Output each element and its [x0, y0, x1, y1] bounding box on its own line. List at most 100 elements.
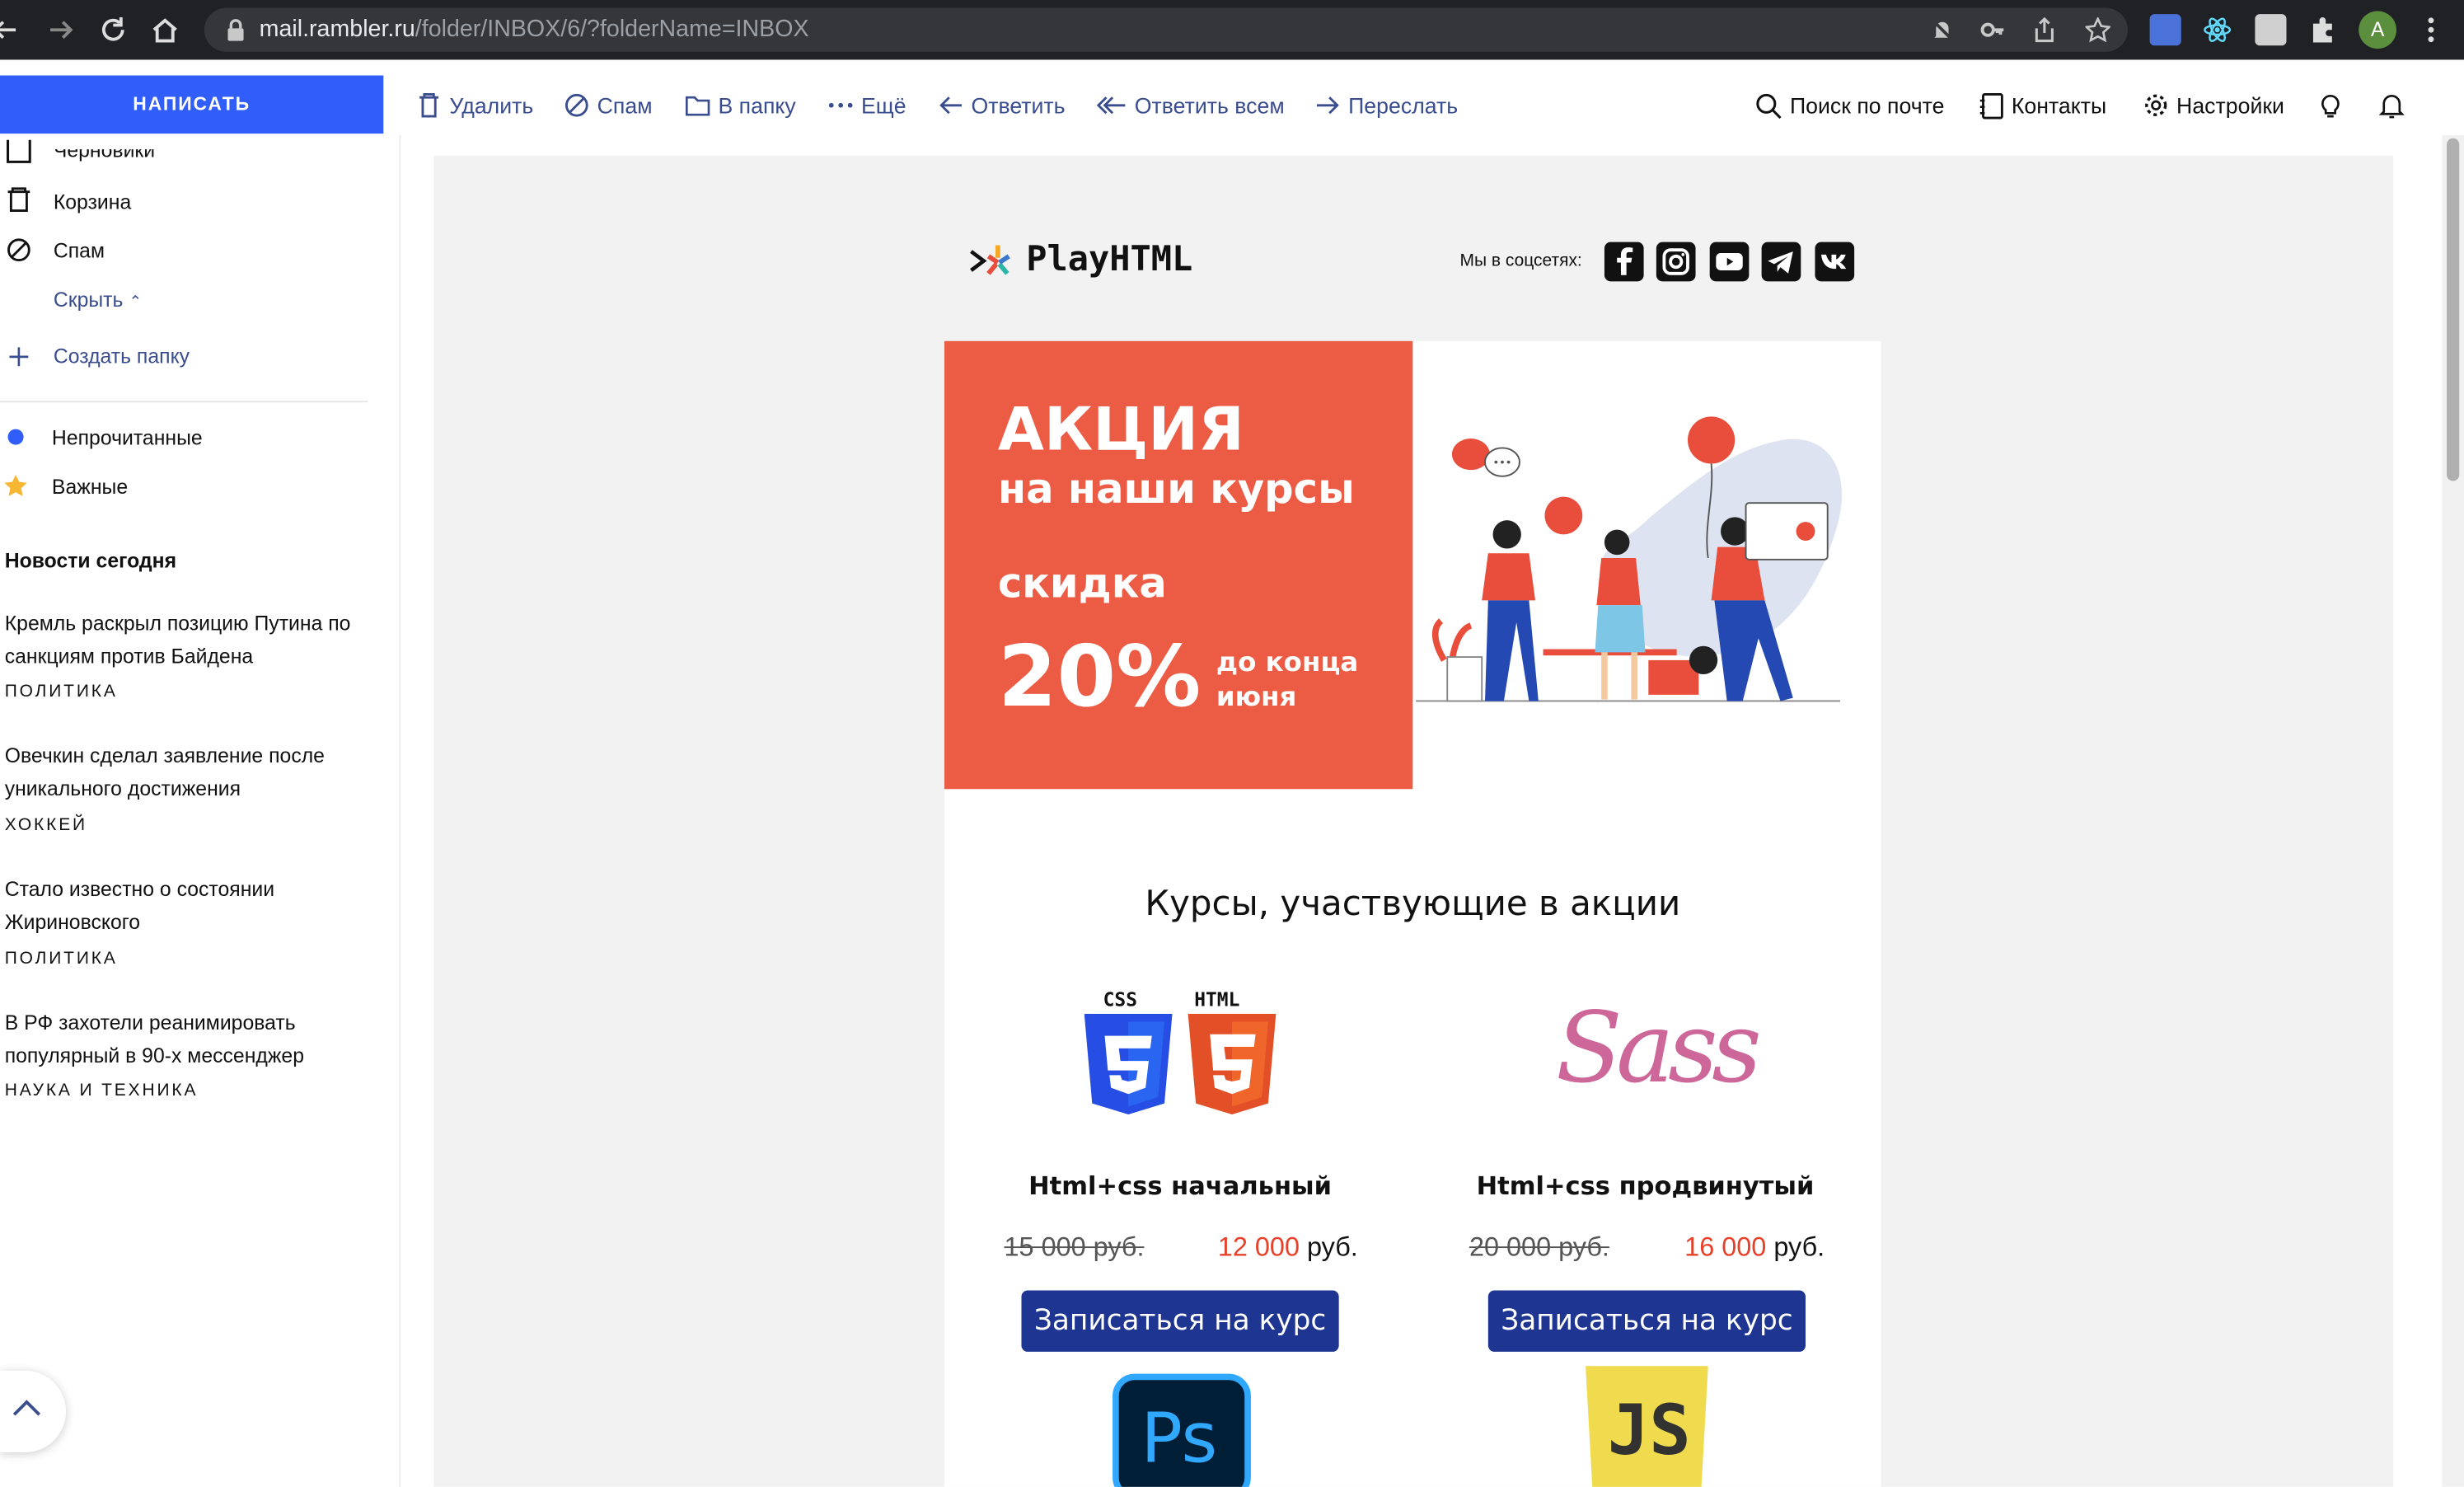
delete-button[interactable]: Удалить: [416, 90, 533, 121]
contacts-label: Контакты: [2011, 92, 2107, 119]
reply-all-icon: [1097, 96, 1126, 115]
sidebar-item-drafts[interactable]: Черновики: [54, 149, 155, 162]
ps-logo-text: Ps: [1141, 1399, 1218, 1480]
vk-icon[interactable]: [1815, 242, 1855, 282]
back-icon[interactable]: [0, 16, 19, 44]
sidebar-item-important[interactable]: Важные: [52, 475, 128, 499]
settings-button[interactable]: Настройки: [2143, 90, 2284, 121]
sass-logo-icon: Sass: [1555, 990, 1762, 1105]
puzzle-extensions-icon[interactable]: [2307, 14, 2338, 45]
notifications-button[interactable]: [2379, 90, 2412, 121]
sidebar-divider: [0, 401, 368, 403]
key-icon[interactable]: [1980, 17, 2006, 43]
search-mail-button[interactable]: Поиск по почте: [1755, 90, 1944, 121]
news-item-category[interactable]: ПОЛИТИКА: [5, 950, 118, 969]
news-heading: Новости сегодня: [4, 548, 177, 573]
brand-name: PlayHTML: [1026, 240, 1193, 280]
lightbulb-icon: [2321, 94, 2340, 117]
enroll-button[interactable]: Записаться на курс: [1021, 1290, 1339, 1352]
chevron-up-icon: [12, 1400, 41, 1416]
home-icon[interactable]: [151, 16, 179, 44]
course-new-price: 16 000 руб.: [1684, 1232, 1825, 1263]
profile-avatar[interactable]: A: [2359, 11, 2397, 49]
news-item-category[interactable]: НАУКА И ТЕХНИКА: [5, 1081, 199, 1100]
html5-logo-icon: [1187, 1013, 1277, 1114]
lock-icon[interactable]: [223, 17, 249, 43]
search-label: Поиск по почте: [1789, 92, 1945, 119]
hide-folders-toggle[interactable]: Скрыть ⌃: [54, 288, 143, 312]
social-label: Мы в соцсетях:: [1459, 251, 1582, 270]
course-old-price: 15 000 руб.: [1004, 1232, 1145, 1263]
news-item-title[interactable]: Кремль раскрыл позицию Путина по санкция…: [5, 607, 358, 673]
compose-button[interactable]: НАПИСАТЬ: [0, 75, 384, 134]
settings-label: Настройки: [2176, 92, 2284, 119]
extension-icon[interactable]: [2255, 14, 2287, 46]
spam-icon: [7, 238, 30, 262]
star-bookmark-icon[interactable]: [2085, 16, 2110, 43]
sidebar-item-unread[interactable]: Непрочитанные: [52, 426, 203, 450]
contacts-button[interactable]: Контакты: [1979, 90, 2107, 121]
promo-headline: АКЦИЯ: [997, 394, 1244, 464]
more-dots-icon: [828, 102, 853, 108]
to-folder-label: В папку: [718, 92, 796, 119]
facebook-icon[interactable]: [1604, 242, 1644, 282]
reply-all-button[interactable]: Ответить всем: [1097, 90, 1285, 121]
hide-label: Скрыть: [53, 287, 124, 312]
promo-illustration: [1416, 416, 1843, 702]
forward-icon[interactable]: [47, 16, 75, 44]
news-item-title[interactable]: Стало известно о состоянии Жириновского: [5, 872, 358, 938]
react-devtools-icon[interactable]: [2202, 14, 2233, 45]
content-divider: [399, 134, 401, 1487]
folder-icon: [685, 96, 710, 116]
js-logo-text: JS: [1607, 1391, 1691, 1471]
css-logo-label: CSS: [1103, 988, 1137, 1011]
forward-button[interactable]: Переслать: [1315, 90, 1458, 121]
telegram-icon[interactable]: [1761, 242, 1801, 282]
spam-button[interactable]: Спам: [564, 90, 653, 121]
reply-label: Ответить: [971, 92, 1066, 119]
create-folder-link[interactable]: Создать папку: [54, 345, 190, 368]
sidebar-item-spam[interactable]: Спам: [54, 239, 105, 263]
address-bar[interactable]: mail.rambler.ru/folder/INBOX/6/?folderNa…: [204, 7, 2128, 52]
reload-icon[interactable]: [99, 16, 127, 44]
youtube-icon[interactable]: [1709, 242, 1750, 282]
playhtml-logo-icon: [970, 245, 1010, 275]
course-new-price: 12 000 руб.: [1217, 1232, 1358, 1263]
sidebar-item-trash[interactable]: Корзина: [54, 190, 131, 214]
news-item-category[interactable]: ПОЛИТИКА: [5, 683, 118, 701]
enroll-button[interactable]: Записаться на курс: [1487, 1290, 1806, 1352]
share-icon[interactable]: [2032, 16, 2058, 43]
browser-menu-icon[interactable]: [2417, 16, 2445, 44]
scroll-top-button[interactable]: [0, 1370, 67, 1452]
promo-percent: 20%: [997, 626, 1202, 726]
plus-icon: [9, 347, 29, 367]
more-button[interactable]: Ещё: [828, 90, 906, 121]
drafts-icon: [7, 139, 31, 163]
instagram-icon[interactable]: [1656, 242, 1696, 282]
news-item-title[interactable]: В РФ захотели реанимировать популярный в…: [5, 1006, 358, 1072]
reply-arrow-icon: [939, 96, 963, 115]
move-to-folder-button[interactable]: В папку: [685, 90, 796, 121]
notifications-off-icon[interactable]: [1930, 17, 1956, 43]
chevron-up-icon: ⌃: [129, 293, 143, 312]
scrollbar-thumb[interactable]: [2447, 138, 2460, 481]
screen: mail.rambler.ru/folder/INBOX/6/?folderNa…: [0, 0, 2464, 1487]
gear-icon: [2145, 94, 2167, 116]
news-item-category[interactable]: ХОККЕЙ: [5, 816, 87, 835]
news-item-title[interactable]: Овечкин сделал заявление после уникально…: [5, 739, 358, 804]
tips-button[interactable]: [2320, 90, 2349, 121]
reply-all-label: Ответить всем: [1134, 92, 1285, 119]
translate-extension-icon[interactable]: [2149, 14, 2181, 46]
bell-icon: [2379, 94, 2405, 118]
promo-until-line1: до конца: [1216, 647, 1359, 679]
forward-label: Переслать: [1348, 92, 1459, 119]
block-icon: [565, 93, 588, 117]
forward-arrow-icon: [1316, 96, 1339, 115]
unread-dot-icon: [7, 429, 24, 445]
spam-label: Спам: [597, 92, 653, 119]
trash-icon: [419, 92, 439, 118]
course-title: Html+css начальный: [1028, 1170, 1332, 1201]
javascript-logo-icon: JS: [1586, 1366, 1708, 1487]
contacts-book-icon: [1979, 92, 2003, 119]
reply-button[interactable]: Ответить: [939, 90, 1066, 121]
